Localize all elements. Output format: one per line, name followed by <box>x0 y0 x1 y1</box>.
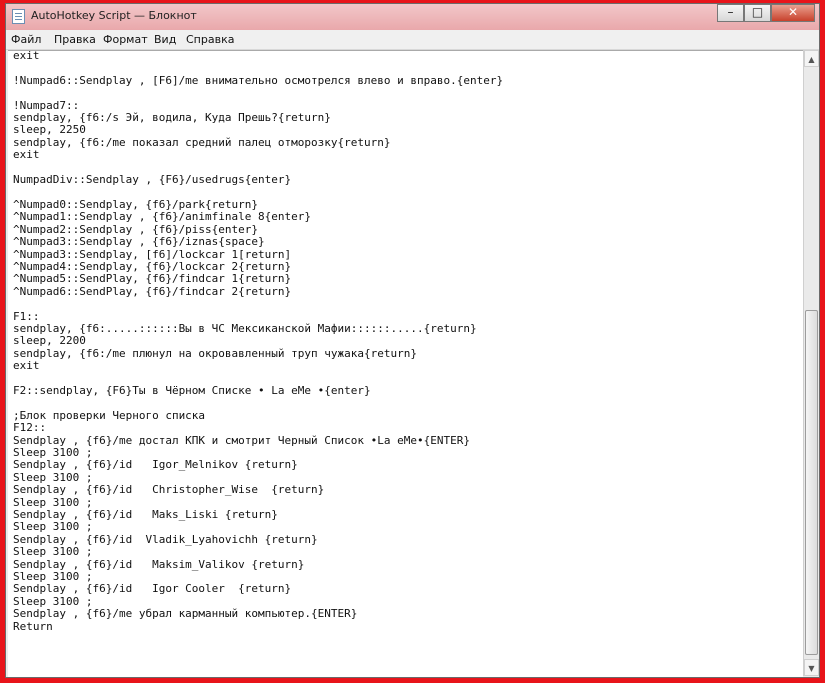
code-line: exit <box>13 148 40 162</box>
code-line: ;Блок проверки Черного списка <box>13 408 206 422</box>
code-line: Sendplay , {f6}/id Christopher_Wise {ret… <box>13 483 325 497</box>
code-line: sleep, 2250 <box>13 123 86 137</box>
notepad-window: AutoHotkey Script — Блокнот – □ ✕ Файл П… <box>5 3 820 678</box>
menu-edit[interactable]: Правка <box>54 33 96 46</box>
scroll-thumb[interactable] <box>805 310 818 655</box>
window-title: AutoHotkey Script — Блокнот <box>31 9 197 22</box>
text-editor[interactable]: exit !Numpad6::Sendplay , [F6]/me внимат… <box>8 50 803 677</box>
menu-help[interactable]: Справка <box>186 33 234 46</box>
code-line: ^Numpad5::SendPlay, {f6}/findcar 1{retur… <box>13 272 292 286</box>
menu-file[interactable]: Файл <box>11 33 41 46</box>
scroll-down-arrow[interactable]: ▼ <box>804 659 819 676</box>
code-line: Sendplay , {f6}/id Igor Cooler {return} <box>13 582 292 596</box>
code-line: Return <box>13 619 53 633</box>
code-line: sleep, 2200 <box>13 334 86 348</box>
code-line: sendplay, {f6:.....::::::Вы в ЧС Мексика… <box>13 321 477 335</box>
code-line: sendplay, {f6:/s Эй, водила, Куда Прешь?… <box>13 111 331 125</box>
scroll-up-arrow[interactable]: ▲ <box>804 50 819 67</box>
code-line: ^Numpad1::Sendplay , {f6}/animfinale 8{e… <box>13 210 312 224</box>
title-bar[interactable]: AutoHotkey Script — Блокнот – □ ✕ <box>6 4 819 30</box>
menu-view[interactable]: Вид <box>154 33 176 46</box>
notepad-icon <box>12 9 25 24</box>
code-line: F2::sendplay, {F6}Ты в Чёрном Списке • L… <box>13 383 371 397</box>
code-line: F12:: <box>13 421 47 435</box>
editor-content: exit !Numpad6::Sendplay , [F6]/me внимат… <box>13 50 504 633</box>
vertical-scrollbar[interactable]: ▲ ▼ <box>803 50 819 676</box>
code-line: Sendplay , {f6}/me убрал карманный компь… <box>13 607 358 621</box>
menu-format[interactable]: Формат <box>103 33 148 46</box>
code-line: sendplay, {f6:/me плюнул на окровавленны… <box>13 346 417 360</box>
close-button[interactable]: ✕ <box>771 4 815 22</box>
code-line: Sleep 3100 ; <box>13 545 93 559</box>
maximize-button[interactable]: □ <box>744 4 771 22</box>
code-line: ^Numpad6::SendPlay, {f6}/findcar 2{retur… <box>13 284 292 298</box>
code-line: exit <box>13 50 40 62</box>
code-line: !Numpad6::Sendplay , [F6]/me внимательно… <box>13 73 504 87</box>
code-line: Sleep 3100 ; <box>13 520 93 534</box>
code-line: sendplay, {f6:/me показал средний палец … <box>13 135 391 149</box>
menu-bar: Файл Правка Формат Вид Справка <box>6 30 819 50</box>
code-line: ^Numpad3::Sendplay , {f6}/iznas{space} <box>13 235 265 249</box>
code-line: Sendplay , {f6}/id Igor_Melnikov {return… <box>13 458 298 472</box>
code-line: NumpadDiv::Sendplay , {F6}/usedrugs{ente… <box>13 173 292 187</box>
code-line: exit <box>13 359 40 373</box>
minimize-button[interactable]: – <box>717 4 744 22</box>
